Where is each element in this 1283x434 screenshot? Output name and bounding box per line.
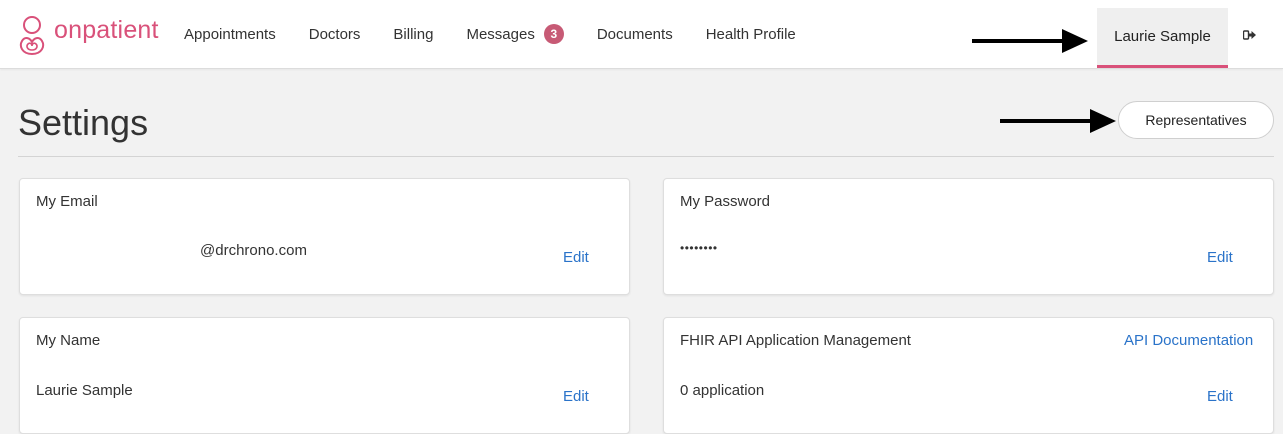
onpatient-logo[interactable]: onpatient: [16, 16, 159, 56]
messages-count-badge: 3: [543, 24, 564, 44]
card-title: FHIR API Application Management: [680, 332, 911, 349]
edit-password-link[interactable]: Edit: [1207, 249, 1233, 266]
card-title: My Name: [36, 332, 101, 349]
nav-appointments[interactable]: Appointments: [184, 26, 276, 43]
name-value: Laurie Sample: [36, 382, 133, 399]
nav-messages-label: Messages: [466, 25, 535, 43]
nav-documents[interactable]: Documents: [597, 26, 673, 43]
application-count: 0 application: [680, 382, 765, 399]
representatives-button[interactable]: Representatives: [1118, 101, 1274, 139]
logo-text: onpatient: [54, 15, 159, 44]
nav-health-profile[interactable]: Health Profile: [706, 26, 796, 43]
email-value: @drchrono.com: [200, 242, 307, 259]
api-documentation-link[interactable]: API Documentation: [1124, 332, 1253, 349]
edit-email-link[interactable]: Edit: [563, 249, 589, 266]
annotation-arrow-icon: [1000, 109, 1116, 133]
card-title: My Email: [36, 193, 98, 210]
annotation-arrow-icon: [972, 29, 1088, 53]
title-divider: [18, 156, 1274, 157]
card-title: My Password: [680, 193, 771, 210]
my-password-card: My Password •••••••• Edit: [663, 178, 1274, 295]
user-menu-tab[interactable]: Laurie Sample: [1097, 8, 1228, 68]
user-name: Laurie Sample: [1114, 28, 1211, 45]
my-name-card: My Name Laurie Sample Edit: [19, 317, 630, 434]
password-value: ••••••••: [680, 241, 718, 255]
nav-messages[interactable]: Messages 3: [466, 24, 564, 44]
sign-out-icon[interactable]: [1243, 28, 1257, 42]
fhir-api-card: FHIR API Application Management API Docu…: [663, 317, 1274, 434]
my-email-card: My Email @drchrono.com Edit: [19, 178, 630, 295]
page-title: Settings: [18, 102, 149, 143]
top-navigation-bar: onpatient Appointments Doctors Billing M…: [0, 0, 1283, 69]
edit-name-link[interactable]: Edit: [563, 388, 589, 405]
nav-doctors[interactable]: Doctors: [309, 26, 361, 43]
main-nav: Appointments Doctors Billing Messages 3 …: [184, 0, 829, 68]
nav-billing[interactable]: Billing: [393, 26, 433, 43]
edit-applications-link[interactable]: Edit: [1207, 388, 1233, 405]
onpatient-logo-icon: [19, 16, 45, 56]
